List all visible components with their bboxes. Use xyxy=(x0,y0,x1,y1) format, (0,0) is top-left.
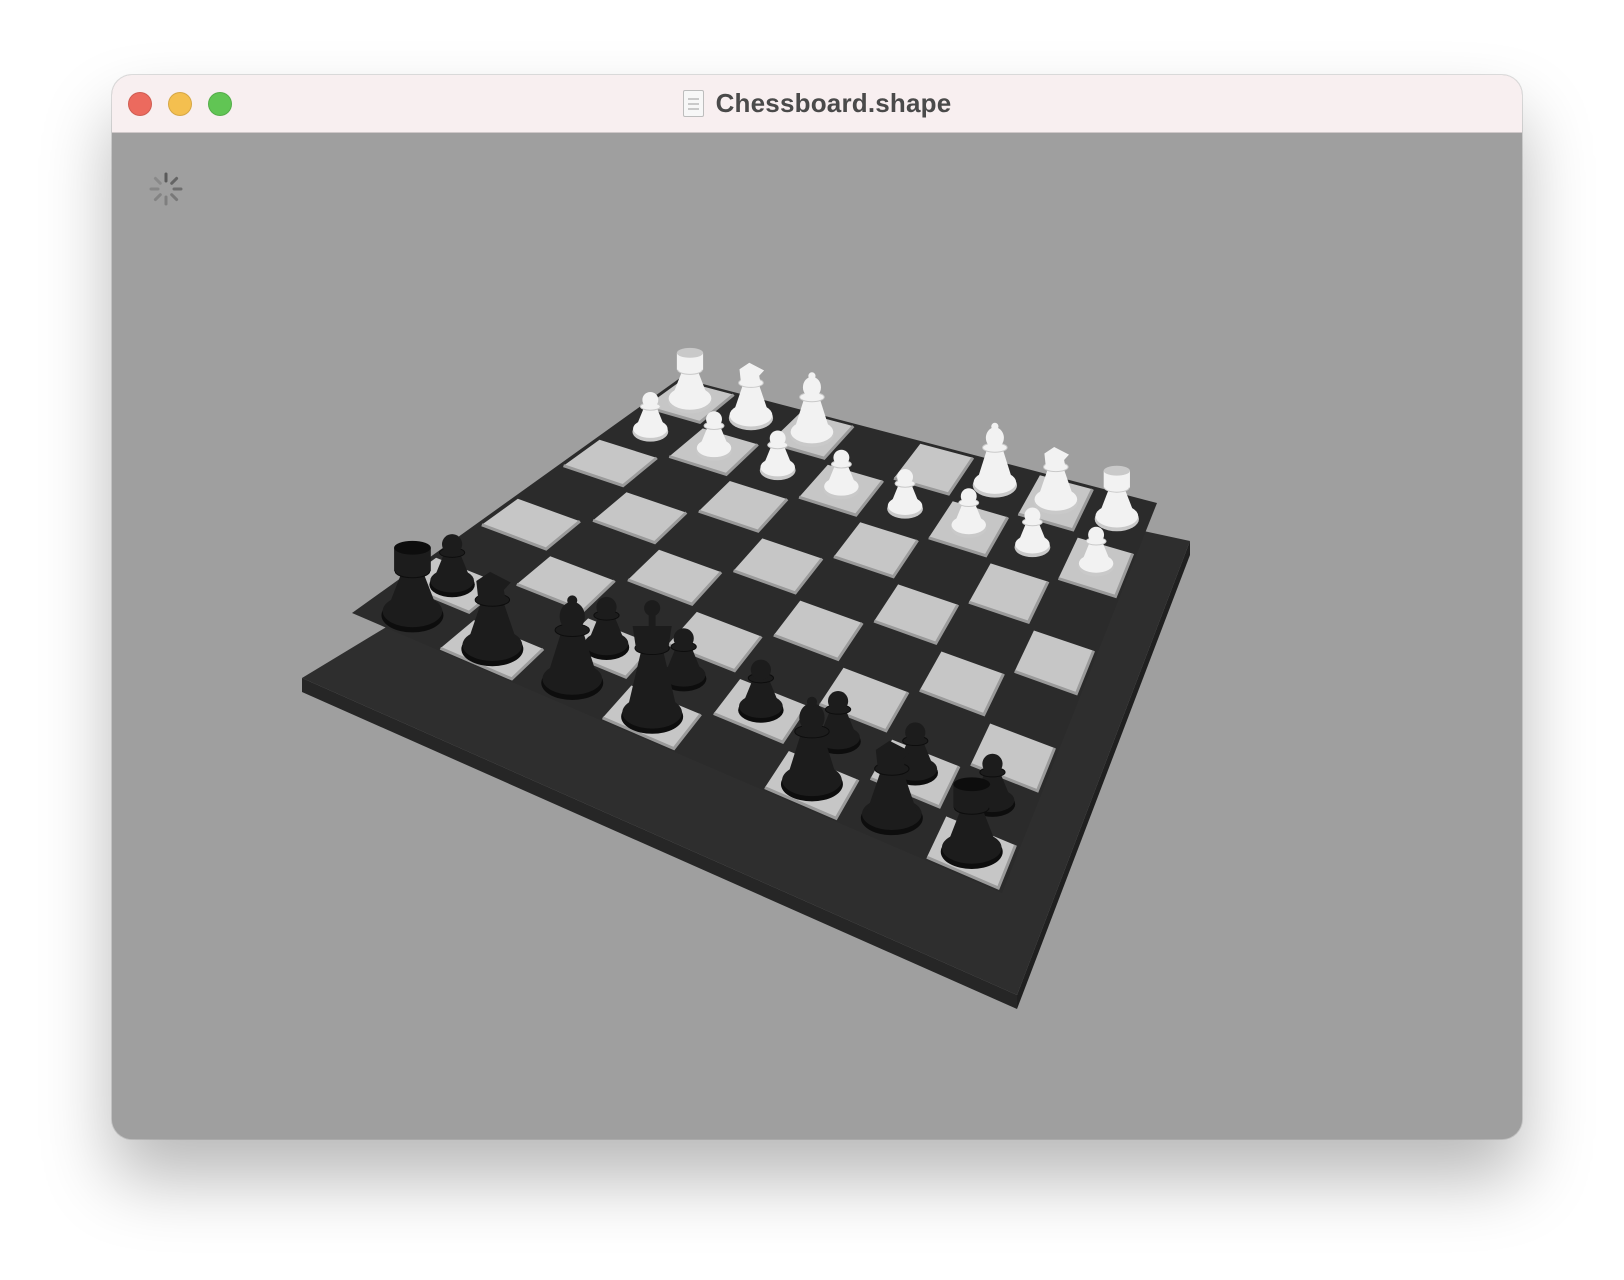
title-bar[interactable]: Chessboard.shape xyxy=(112,75,1522,133)
window-title-group: Chessboard.shape xyxy=(112,75,1522,132)
app-window: Chessboard.shape xyxy=(112,75,1522,1139)
white-rook-a8 xyxy=(667,347,713,414)
window-title: Chessboard.shape xyxy=(715,88,952,118)
document-icon xyxy=(682,90,704,117)
chessboard-scene[interactable] xyxy=(112,133,1522,1139)
3d-viewport[interactable] xyxy=(112,133,1522,1139)
